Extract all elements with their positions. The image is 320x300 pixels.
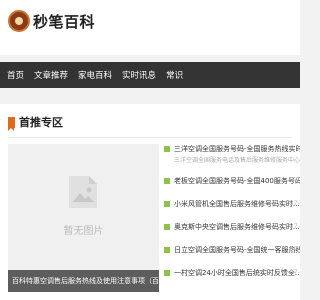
news-title[interactable]: 奥克斯中央空调售后服务维修号码实时... <box>174 222 300 232</box>
bullet-icon <box>164 224 170 230</box>
nav-item-recommended[interactable]: 文章推荐 <box>29 69 73 81</box>
section-header: 首推专区 <box>8 114 63 131</box>
news-date: 07- <box>289 199 300 207</box>
header: 秒笔百科 <box>0 0 300 55</box>
nav-item-knowledge[interactable]: 常识 <box>161 69 188 81</box>
news-date: 07- <box>289 245 300 253</box>
logo-icon <box>8 10 30 32</box>
nav-item-appliances[interactable]: 家电百科 <box>73 69 117 81</box>
bullet-icon <box>164 178 170 184</box>
nav-item-news[interactable]: 实时讯息 <box>117 69 161 81</box>
bookmark-icon <box>8 116 15 131</box>
news-title[interactable]: 一村空调24小时全国售后统实时反馈全... <box>174 268 300 278</box>
news-title[interactable]: 三洋空调全国服务号码-全国服务热线实时反馈全... <box>174 144 300 154</box>
image-placeholder-icon <box>69 176 97 208</box>
news-title[interactable]: 小米风管机全国售后服务维修号码实时... <box>174 199 300 209</box>
featured-caption[interactable]: 百科特惠空调售后服务热线及使用注意事项（百科特惠） <box>8 270 159 292</box>
site-logo[interactable]: 秒笔百科 <box>8 10 95 32</box>
bullet-icon <box>164 270 170 276</box>
nav-item-home[interactable]: 首页 <box>0 69 29 81</box>
site-name: 秒笔百科 <box>33 12 96 31</box>
news-title[interactable]: 日立空调全国服务号码-全国统一客服热线... <box>174 245 300 255</box>
news-date: 07- <box>289 222 300 230</box>
no-image-text: 暂无图片 <box>63 226 104 237</box>
bullet-icon <box>164 146 170 152</box>
news-date: 07- <box>289 176 300 184</box>
news-date: 07- <box>289 268 300 276</box>
bullet-icon <box>164 247 170 253</box>
news-description: 三洋空调全国服务电话及售后服务维修服务中心及厂家三洋空调 <box>174 157 300 164</box>
news-title[interactable]: 老板空调全国服务号码-全国400服务号码实... <box>174 176 300 186</box>
featured-section: 首推专区 暂无图片 百科特惠空调售后服务热线及使用注意事项（百科特惠） 三洋空调… <box>0 104 300 300</box>
main-nav: 首页 文章推荐 家电百科 实时讯息 常识 <box>0 62 300 88</box>
featured-card[interactable]: 暂无图片 百科特惠空调售后服务热线及使用注意事项（百科特惠） <box>8 144 159 292</box>
bullet-icon <box>164 201 170 207</box>
divider <box>8 137 292 138</box>
section-title: 首推专区 <box>19 116 63 129</box>
